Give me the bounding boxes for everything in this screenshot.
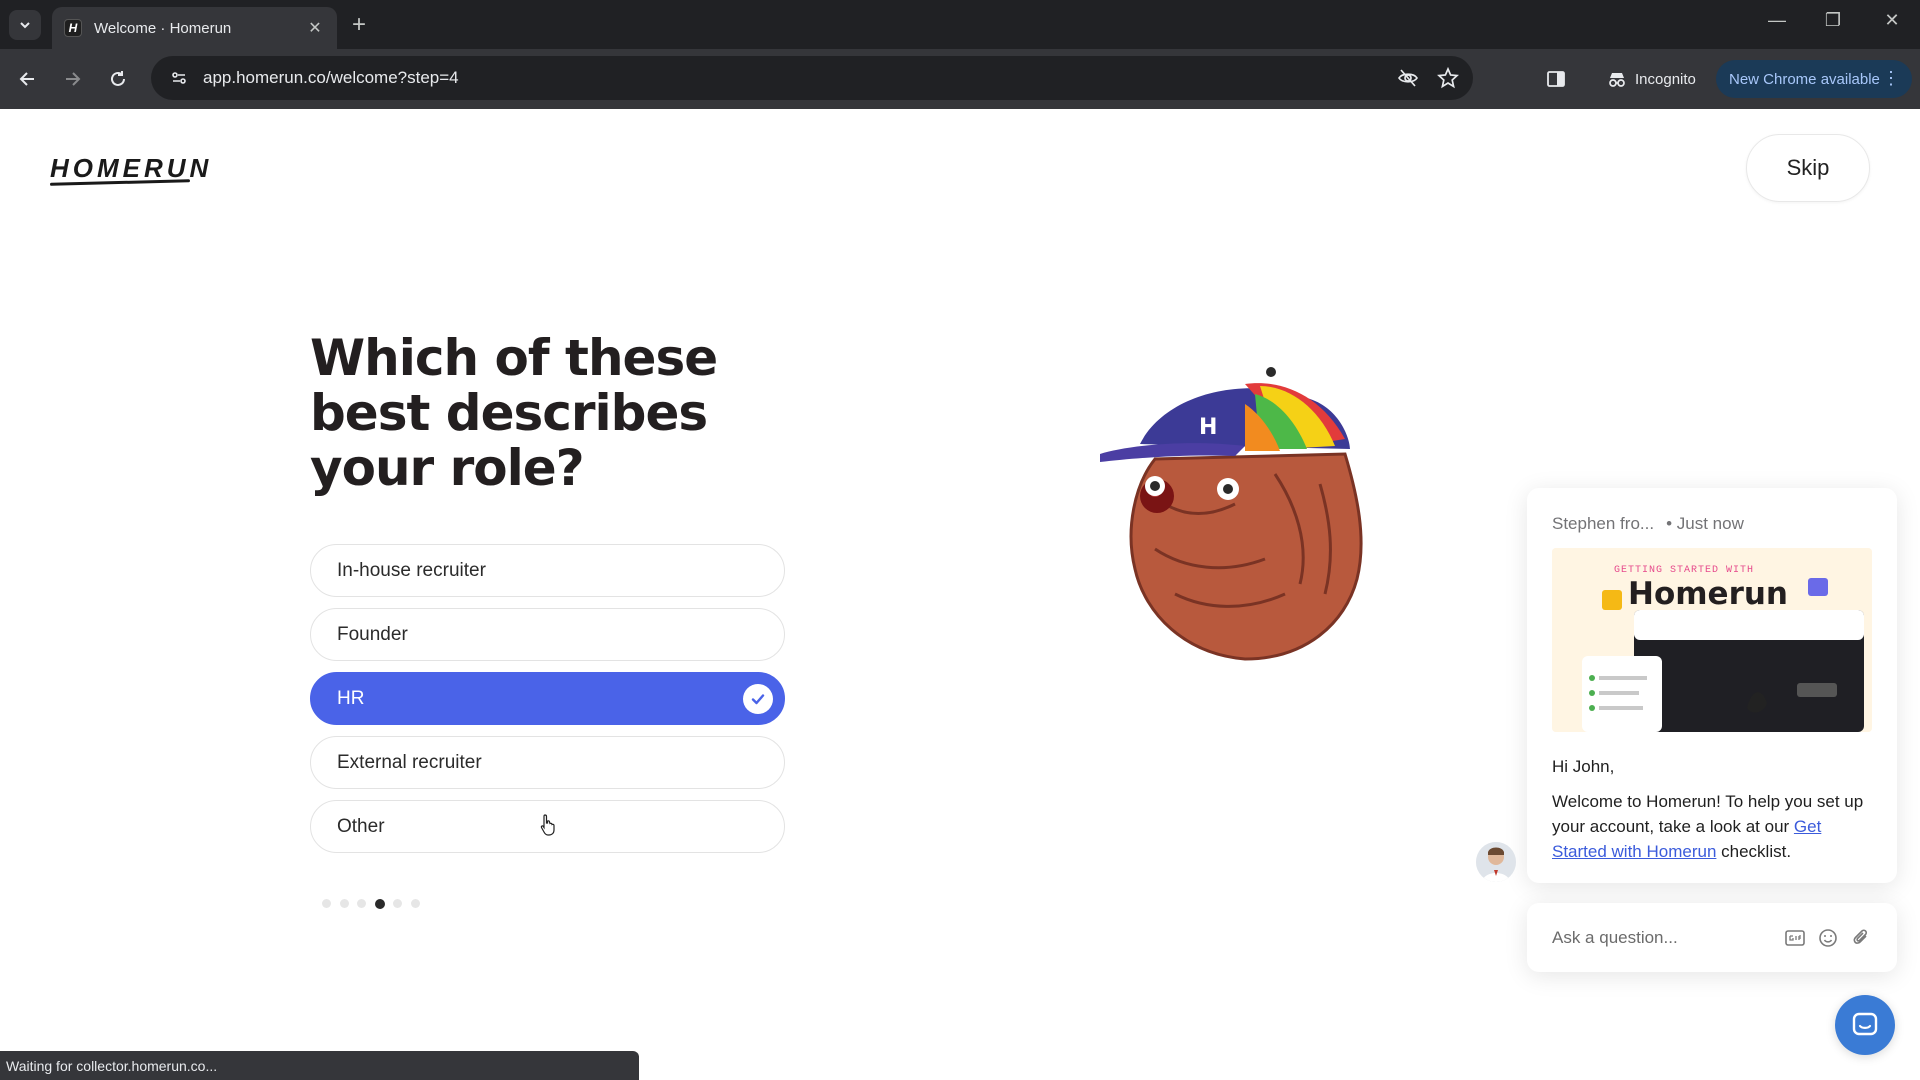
chat-header: Stephen fro... • Just now bbox=[1552, 514, 1872, 534]
chat-time: • Just now bbox=[1666, 514, 1744, 533]
new-tab-button[interactable]: + bbox=[352, 12, 366, 38]
chat-message-text-end: checklist. bbox=[1716, 842, 1792, 861]
more-vertical-icon[interactable]: ⋮ bbox=[1882, 69, 1900, 87]
bookmark-star-icon[interactable] bbox=[1433, 63, 1463, 93]
chat-message: Welcome to Homerun! To help you set up y… bbox=[1552, 789, 1872, 864]
window-close-icon[interactable]: ✕ bbox=[1872, 10, 1912, 31]
attachment-icon[interactable] bbox=[1850, 926, 1872, 950]
chat-input-box[interactable] bbox=[1527, 903, 1897, 972]
reload-icon bbox=[111, 71, 125, 86]
welcome-page: HOMERUN Skip Which of these best describ… bbox=[0, 109, 1920, 1080]
site-info-icon[interactable] bbox=[165, 64, 193, 92]
step-dot bbox=[339, 899, 349, 908]
option-label: External recruiter bbox=[337, 751, 482, 773]
bulldog-mascot-illustration: H bbox=[1100, 367, 1363, 661]
browser-tab-bar: H Welcome · Homerun ✕ + — ❐ ✕ bbox=[0, 0, 1920, 49]
back-button[interactable] bbox=[14, 65, 42, 93]
new-chrome-available-button[interactable]: New Chrome available ⋮ bbox=[1716, 60, 1912, 98]
incognito-label: Incognito bbox=[1635, 70, 1696, 88]
restore-icon[interactable]: ❐ bbox=[1813, 10, 1853, 31]
ask-question-input[interactable] bbox=[1552, 927, 1773, 948]
step-dot-active bbox=[374, 898, 385, 909]
incognito-indicator[interactable]: Incognito bbox=[1597, 61, 1706, 97]
role-option-in-house-recruiter[interactable]: In-house recruiter bbox=[310, 544, 785, 597]
emoji-icon[interactable] bbox=[1817, 926, 1839, 950]
role-option-hr[interactable]: HR bbox=[310, 672, 785, 725]
checkmark-icon bbox=[743, 684, 773, 714]
option-label: Founder bbox=[337, 623, 408, 645]
chat-message-card[interactable]: Stephen fro... • Just now GETTING STARTED… bbox=[1527, 488, 1897, 883]
tab-search-button[interactable] bbox=[9, 10, 41, 40]
chat-sender: Stephen fro... bbox=[1552, 514, 1655, 533]
option-label: In-house recruiter bbox=[337, 559, 486, 581]
browser-status-bar: Waiting for collector.homerun.co... bbox=[0, 1051, 639, 1080]
address-bar[interactable]: app.homerun.co/welcome?step=4 bbox=[151, 56, 1473, 100]
step-dot bbox=[393, 899, 402, 908]
step-dot bbox=[322, 899, 331, 908]
image-tagline: GETTING STARTED WITH bbox=[1614, 565, 1755, 576]
getting-started-image[interactable]: GETTING STARTED WITH Homerun bbox=[1552, 548, 1872, 732]
role-option-external-recruiter[interactable]: External recruiter bbox=[310, 736, 785, 789]
forward-button[interactable] bbox=[58, 65, 86, 93]
browser-toolbar: app.homerun.co/welcome?step=4 Incognito … bbox=[0, 49, 1920, 109]
browser-tab-active[interactable]: H Welcome · Homerun ✕ bbox=[52, 7, 337, 49]
gif-icon[interactable] bbox=[1784, 926, 1806, 950]
chat-launcher-button[interactable] bbox=[1835, 995, 1895, 1055]
step-dot bbox=[357, 899, 366, 908]
incognito-icon bbox=[1609, 73, 1625, 87]
page-title: Which of these best describes your role? bbox=[310, 329, 718, 497]
chevron-down-icon bbox=[20, 22, 30, 29]
step-indicator bbox=[322, 898, 428, 909]
svg-text:H: H bbox=[1199, 415, 1217, 440]
close-icon[interactable]: ✕ bbox=[305, 18, 325, 38]
image-brand: Homerun bbox=[1628, 576, 1788, 612]
homerun-favicon-icon: H bbox=[64, 19, 82, 37]
tab-title: Welcome · Homerun bbox=[94, 19, 232, 37]
url-text: app.homerun.co/welcome?step=4 bbox=[203, 68, 459, 87]
skip-button[interactable]: Skip bbox=[1746, 134, 1870, 202]
chat-greeting: Hi John, bbox=[1552, 757, 1615, 776]
update-label: New Chrome available bbox=[1729, 70, 1880, 88]
option-label: Other bbox=[337, 815, 385, 837]
side-panel-icon[interactable] bbox=[1542, 65, 1570, 93]
mouse-pointer-icon bbox=[540, 814, 555, 836]
option-label: HR bbox=[337, 687, 365, 709]
avatar bbox=[1476, 842, 1516, 882]
eye-slash-icon[interactable] bbox=[1393, 63, 1423, 93]
chat-icon bbox=[1852, 1012, 1878, 1036]
minimize-icon[interactable]: — bbox=[1757, 10, 1797, 31]
reload-button[interactable] bbox=[104, 65, 132, 93]
arrow-left-icon bbox=[19, 72, 34, 86]
step-dot bbox=[410, 899, 420, 908]
role-option-founder[interactable]: Founder bbox=[310, 608, 785, 661]
arrow-right-icon bbox=[66, 72, 81, 86]
